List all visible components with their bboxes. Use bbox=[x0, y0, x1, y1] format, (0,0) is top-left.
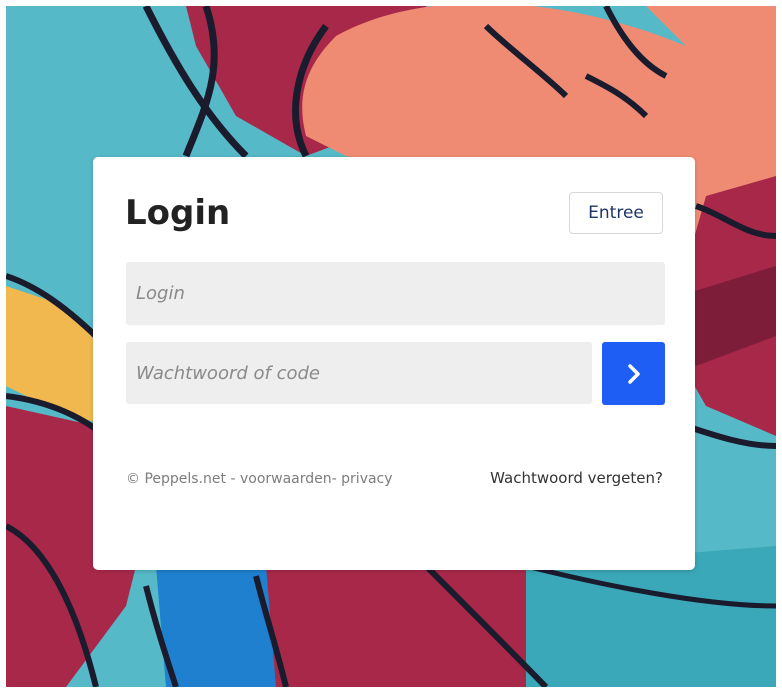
footer-separator: - bbox=[226, 471, 240, 487]
password-input[interactable] bbox=[126, 342, 592, 404]
footer-links: © Peppels.net - voorwaarden- privacy bbox=[126, 471, 393, 487]
login-page: Login Entree © Peppels.net - voorwaarden… bbox=[0, 0, 782, 693]
chevron-right-icon bbox=[627, 363, 640, 384]
login-input[interactable] bbox=[126, 262, 665, 325]
login-card: Login Entree © Peppels.net - voorwaarden… bbox=[93, 157, 695, 570]
footer-separator: - bbox=[331, 471, 342, 487]
submit-button[interactable] bbox=[602, 342, 665, 405]
privacy-link[interactable]: privacy bbox=[341, 471, 392, 487]
page-title: Login bbox=[125, 193, 231, 233]
entree-button[interactable]: Entree bbox=[569, 192, 663, 234]
copyright-text: © Peppels.net bbox=[126, 471, 227, 487]
terms-link[interactable]: voorwaarden bbox=[240, 471, 332, 487]
forgot-password-link[interactable]: Wachtwoord vergeten? bbox=[490, 469, 663, 487]
